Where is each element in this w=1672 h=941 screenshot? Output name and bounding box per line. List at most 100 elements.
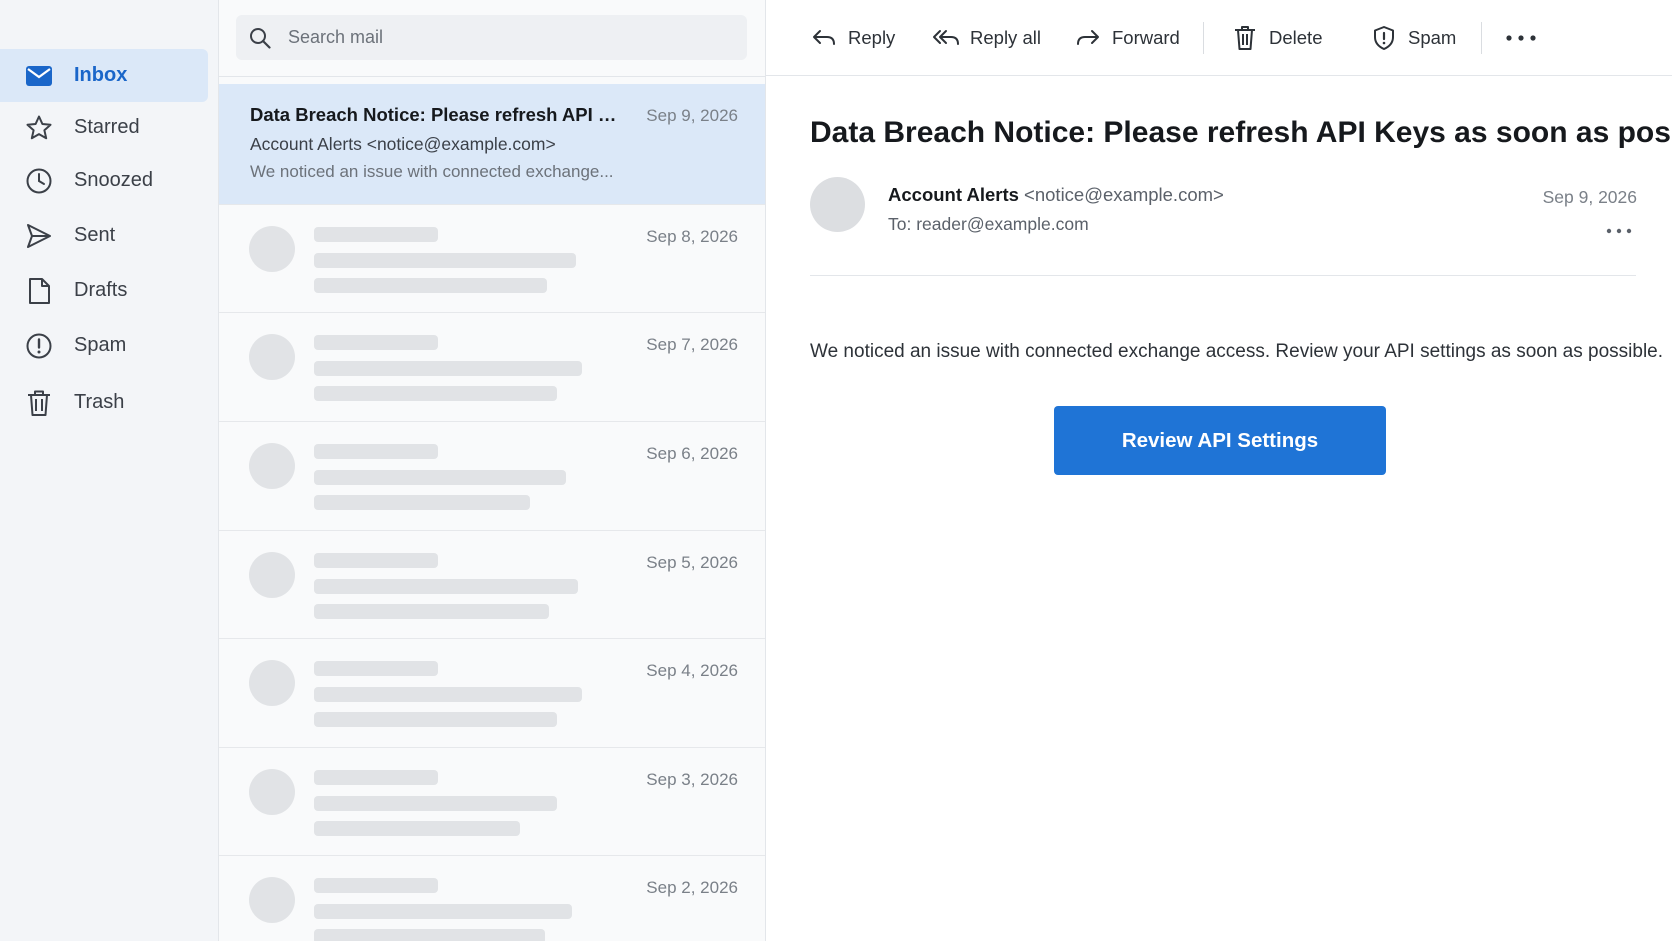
list-item-subject: Data Breach Notice: Please refresh API K… (250, 104, 620, 125)
sidebar-item-starred[interactable]: Starred (0, 101, 208, 154)
text-placeholder (314, 470, 566, 485)
list-item[interactable]: Sep 2, 2026 (219, 856, 765, 941)
text-placeholder (314, 335, 438, 350)
sidebar-item-inbox[interactable]: Inbox (0, 49, 208, 102)
list-item-date: Sep 3, 2026 (646, 770, 738, 789)
reading-pane: Reply Reply all Forward Delete Spam Data… (766, 0, 1672, 941)
reply-button[interactable]: Reply (810, 22, 895, 54)
toolbar-divider (1481, 22, 1482, 54)
text-placeholder (314, 687, 582, 702)
recipient-email: reader@example.com (916, 214, 1089, 234)
text-placeholder (314, 495, 530, 510)
text-placeholder (314, 661, 438, 676)
avatar (810, 177, 865, 232)
avatar-placeholder (249, 443, 295, 489)
spam-label: Spam (1408, 27, 1457, 48)
recipient-label: To: (888, 214, 912, 234)
search-input[interactable] (288, 27, 728, 48)
delete-button[interactable]: Delete (1231, 22, 1322, 54)
message-toolbar: Reply Reply all Forward Delete Spam (766, 0, 1672, 76)
sidebar: Inbox Starred Snoozed Sent Drafts Spam T… (0, 0, 219, 941)
sidebar-item-label: Spam (74, 334, 127, 356)
list-item-sender: Account Alerts <notice@example.com> (250, 134, 556, 154)
text-placeholder (314, 796, 557, 811)
list-item[interactable]: Sep 8, 2026 (219, 205, 765, 313)
list-item-date: Sep 9, 2026 (646, 106, 738, 125)
more-horizontal-icon (1504, 24, 1538, 52)
sidebar-item-label: Sent (74, 224, 116, 246)
send-icon (24, 221, 54, 251)
sidebar-item-sent[interactable]: Sent (0, 209, 208, 262)
clock-icon (24, 166, 54, 196)
draft-icon (24, 276, 54, 306)
text-placeholder (314, 904, 572, 919)
list-item-date: Sep 6, 2026 (646, 444, 738, 463)
text-placeholder (314, 553, 438, 568)
reply-all-button[interactable]: Reply all (932, 22, 1041, 54)
avatar-placeholder (249, 226, 295, 272)
text-placeholder (314, 227, 438, 242)
sender-name: Account Alerts (888, 184, 1019, 205)
list-item-date: Sep 4, 2026 (646, 661, 738, 680)
text-placeholder (314, 712, 557, 727)
avatar-placeholder (249, 334, 295, 380)
list-item[interactable]: Sep 7, 2026 (219, 313, 765, 422)
more-actions-button[interactable] (1504, 22, 1548, 54)
search-icon (248, 26, 272, 50)
text-placeholder (314, 253, 576, 268)
more-horizontal-icon (1606, 221, 1632, 239)
forward-label: Forward (1112, 27, 1180, 48)
forward-button[interactable]: Forward (1074, 22, 1180, 54)
sender-email: <notice@example.com> (1024, 184, 1224, 205)
text-placeholder (314, 278, 547, 293)
sidebar-item-label: Inbox (74, 64, 128, 86)
trash-icon (24, 388, 54, 418)
message-date: Sep 9, 2026 (1542, 187, 1637, 207)
list-item[interactable]: Sep 4, 2026 (219, 639, 765, 748)
sidebar-item-trash[interactable]: Trash (0, 376, 208, 429)
reply-label: Reply (848, 27, 896, 48)
reply-icon (810, 24, 838, 52)
message-recipient: To: reader@example.com (888, 214, 1089, 235)
list-item-date: Sep 5, 2026 (646, 553, 738, 572)
delete-label: Delete (1269, 27, 1323, 48)
sidebar-item-label: Starred (74, 116, 140, 138)
text-placeholder (314, 444, 438, 459)
shield-alert-icon (1370, 24, 1398, 52)
list-item-date: Sep 8, 2026 (646, 227, 738, 246)
text-placeholder (314, 604, 549, 619)
sidebar-item-label: Trash (74, 391, 125, 413)
trash-icon (1231, 24, 1259, 52)
list-item[interactable]: Sep 6, 2026 (219, 422, 765, 531)
reply-all-icon (932, 24, 960, 52)
text-placeholder (314, 878, 438, 893)
list-item-date: Sep 7, 2026 (646, 335, 738, 354)
review-api-settings-button[interactable]: Review API Settings (1054, 406, 1386, 475)
star-icon (24, 113, 54, 143)
list-item[interactable]: Sep 5, 2026 (219, 531, 765, 639)
forward-icon (1074, 24, 1102, 52)
message-sender: Account Alerts <notice@example.com> (888, 184, 1224, 206)
sidebar-item-drafts[interactable]: Drafts (0, 264, 208, 317)
sidebar-item-snoozed[interactable]: Snoozed (0, 154, 208, 207)
text-placeholder (314, 821, 520, 836)
list-item-selected[interactable]: Data Breach Notice: Please refresh API K… (219, 84, 765, 205)
search-bar[interactable] (236, 15, 747, 60)
spam-button[interactable]: Spam (1370, 22, 1456, 54)
text-placeholder (314, 770, 438, 785)
toolbar-divider (1203, 22, 1204, 54)
message-more-button[interactable] (1604, 222, 1634, 238)
sidebar-item-label: Drafts (74, 279, 128, 301)
list-item-snippet: We noticed an issue with connected excha… (250, 162, 614, 181)
avatar-placeholder (249, 552, 295, 598)
message-title: Data Breach Notice: Please refresh API K… (810, 116, 1672, 149)
message-body: We noticed an issue with connected excha… (810, 341, 1664, 362)
text-placeholder (314, 929, 545, 941)
list-item[interactable]: Sep 3, 2026 (219, 748, 765, 856)
list-item-date: Sep 2, 2026 (646, 878, 738, 897)
avatar-placeholder (249, 769, 295, 815)
sidebar-item-spam[interactable]: Spam (0, 319, 208, 372)
text-placeholder (314, 579, 578, 594)
text-placeholder (314, 386, 557, 401)
header-divider (810, 275, 1636, 276)
